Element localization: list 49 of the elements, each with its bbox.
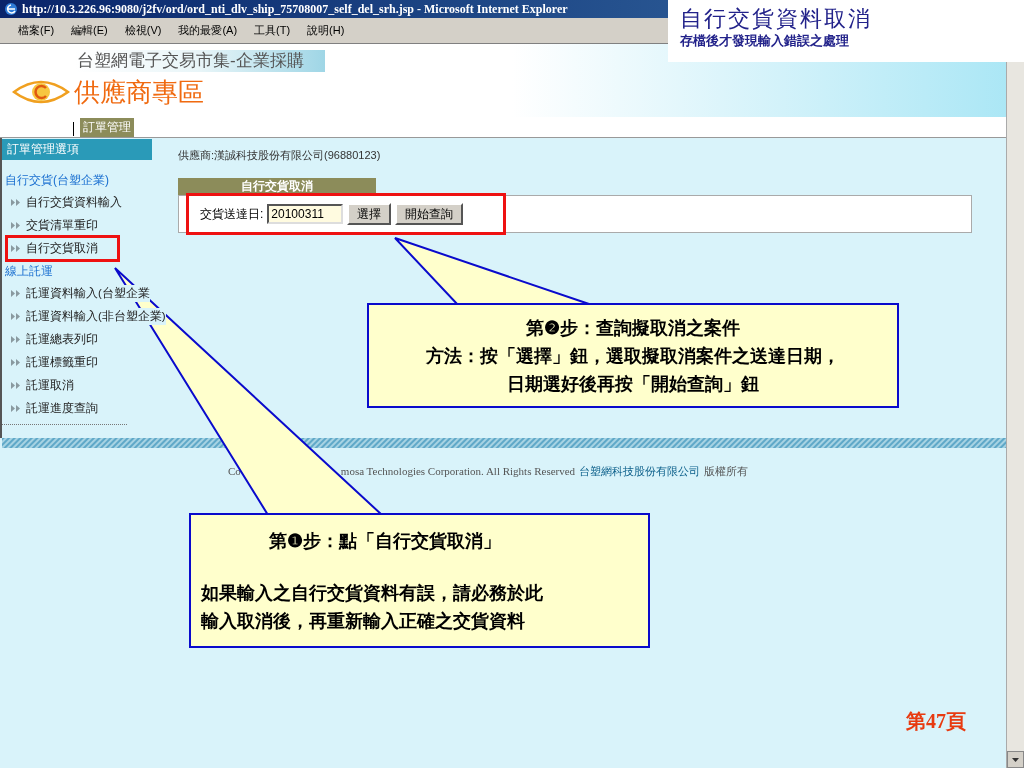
sidebar-section[interactable]: 自行交貨(台塑企業) [2,169,172,191]
caret-icon [1012,757,1019,762]
callout-text: 方法：按「選擇」鈕，選取擬取消案件之送達日期， [426,344,840,368]
callout-title: 第❶步：點「自行交貨取消」 [268,529,501,553]
menu-item[interactable]: 工具(T) [254,22,291,39]
sidebar-item[interactable]: 託運標籤重印 [2,351,172,374]
copyright-text: mosa Technologies Corporation. All Rights Reserved [340,464,576,479]
slide-subtitle: 存檔後才發現輸入錯誤之處理 [680,32,850,50]
date-label: 交貨送達日: [200,205,264,223]
window-title: http://10.3.226.96:9080/j2fv/ord/ord_nti_dlv_ship_75708007_self_del_srh.jsp - Microsoft Internet Explorer [22,1,568,18]
callout-text: 日期選好後再按「開始查詢」鈕 [507,372,759,396]
callout-text: 如果輸入之自行交貨資料有誤，請必務於此 [201,581,543,605]
double-arrow-icon [11,290,20,297]
menu-item[interactable]: 說明(H) [307,22,345,39]
browser-icon [4,2,18,16]
sidebar-item[interactable]: 自行交貨取消 [5,235,120,262]
action-button[interactable]: 開始查詢 [395,202,464,225]
double-arrow-icon [11,359,20,366]
slide-title: 自行交貨資料取消 [680,6,873,32]
market-title: 台塑網電子交易市集-企業採購 [75,50,325,72]
double-arrow-icon [11,199,20,206]
company-link[interactable]: 台塑網科技股份有限公司 [579,463,701,480]
page-number: 第47頁 [906,709,966,734]
sidebar-header: 訂單管理選項 [2,139,152,160]
callout-text: 輸入取消後，再重新輸入正確之交貨資料 [201,609,525,633]
sidebar-item[interactable]: 自行交貨資料輸入 [2,191,172,214]
rights-text: 版權所有 [704,464,749,479]
sidebar-item[interactable]: 交貨清單重印 [2,214,172,237]
double-arrow-icon [11,245,20,252]
action-button[interactable]: 選擇 [347,202,392,225]
menu-item[interactable]: 檢視(V) [124,22,162,39]
sidebar-item[interactable]: 託運總表列印 [2,328,172,351]
double-arrow-icon [11,222,20,229]
zone-title: 供應商專區 [74,76,204,108]
double-arrow-icon [11,405,20,412]
menu-item[interactable]: 編輯(E) [71,22,108,39]
sidebar-section[interactable]: 線上託運 [2,260,172,282]
sidebar-item[interactable]: 託運進度查詢 [2,397,172,420]
callout-title: 第❷步：查詢擬取消之案件 [526,316,740,340]
double-arrow-icon [11,382,20,389]
sidebar-item[interactable]: 託運取消 [2,374,172,397]
copyright-text: Co [228,464,241,479]
date-field[interactable]: 20100311 [267,203,344,224]
double-arrow-icon [11,313,20,320]
double-arrow-icon [11,336,20,343]
supplier-name: 供應商:漢誠科技股份有限公司(96880123) [178,148,382,163]
menu-item[interactable]: 我的最愛(A) [178,22,238,39]
menu-item[interactable]: 檔案(F) [18,22,55,39]
scroll-down-button[interactable] [1007,751,1024,768]
